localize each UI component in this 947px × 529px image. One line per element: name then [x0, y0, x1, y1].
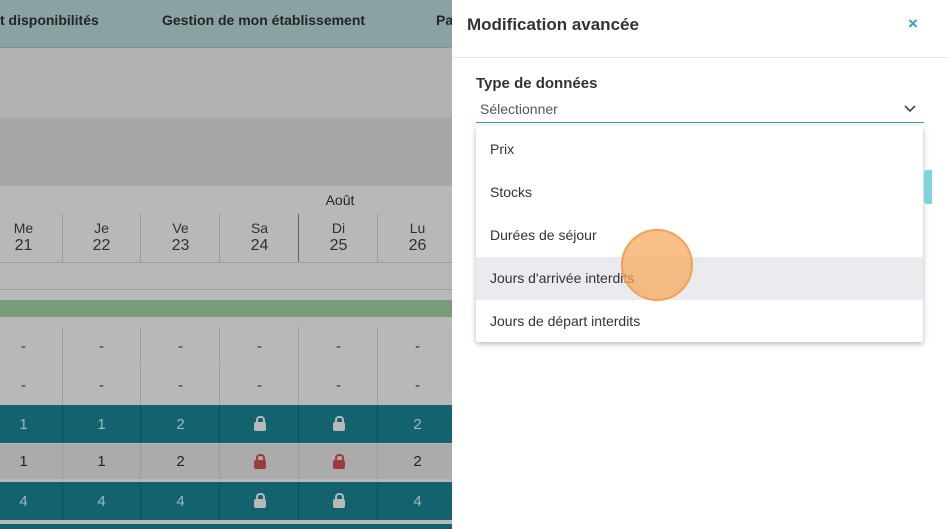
- panel-header: Modification avancée ×: [452, 0, 947, 58]
- option-stocks[interactable]: Stocks: [476, 171, 923, 214]
- select-value: Sélectionner: [480, 101, 558, 117]
- option-prix[interactable]: Prix: [476, 128, 923, 171]
- chevron-down-icon: [904, 105, 916, 113]
- click-indicator: [621, 229, 693, 301]
- advanced-edit-panel: Modification avancée × Type de données S…: [452, 0, 947, 529]
- option-jours-arrivee-interdits[interactable]: Jours d'arrivée interdits: [476, 257, 923, 300]
- data-type-dropdown: Prix Stocks Durées de séjour Jours d'arr…: [476, 126, 923, 342]
- option-durees-sejour[interactable]: Durées de séjour: [476, 214, 923, 257]
- option-label: Durées de séjour: [490, 227, 597, 243]
- modal-overlay[interactable]: [0, 0, 452, 529]
- option-label: Jours d'arrivée interdits: [490, 270, 635, 286]
- side-tab[interactable]: [924, 170, 932, 204]
- option-label: Stocks: [490, 184, 533, 200]
- calendar-background: t disponibilités Gestion de mon établiss…: [0, 0, 452, 529]
- option-label: Jours de départ interdits: [490, 313, 641, 329]
- panel-title: Modification avancée: [467, 15, 639, 34]
- option-jours-depart-interdits[interactable]: Jours de départ interdits: [476, 300, 923, 343]
- close-icon[interactable]: ×: [908, 14, 918, 34]
- data-type-label: Type de données: [476, 75, 598, 92]
- option-label: Prix: [490, 141, 515, 157]
- data-type-select[interactable]: Sélectionner: [476, 98, 924, 123]
